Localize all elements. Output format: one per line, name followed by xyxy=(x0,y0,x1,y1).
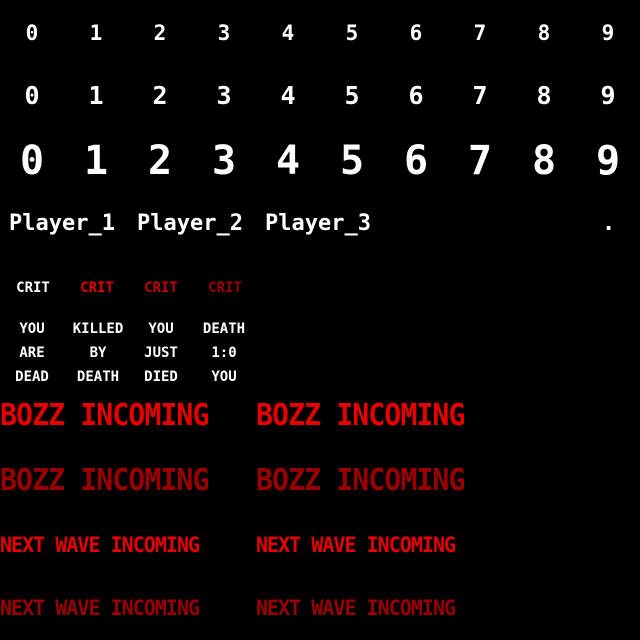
boss-incoming-text: BOZZ INCOMING xyxy=(256,463,465,498)
digit-5: 5 xyxy=(344,81,360,110)
death-message-killed-by-death: KILLED BY DEATH xyxy=(66,317,130,389)
digit-1: 1 xyxy=(89,21,103,45)
death-message-line: YOU xyxy=(19,321,45,337)
death-message-line: DEAD xyxy=(15,369,49,385)
next-wave-text: NEXT WAVE INCOMING xyxy=(0,533,200,557)
player-name-2: Player_2 xyxy=(137,211,243,236)
boss-incoming-text: BOZZ INCOMING xyxy=(0,463,209,498)
digit-2: 2 xyxy=(153,21,167,45)
crit-label-white: CRIT xyxy=(16,280,50,296)
death-message-line: ARE xyxy=(19,345,45,361)
digit-8: 8 xyxy=(537,21,551,45)
digit-4: 4 xyxy=(281,21,295,45)
sprite-sheet: 0 1 2 3 4 5 6 7 8 9 0 1 2 3 4 5 6 7 8 9 … xyxy=(0,0,640,640)
boss-incoming-banner-dark: BOZZ INCOMING BOZZ INCOMING xyxy=(0,462,640,500)
digit-0: 0 xyxy=(25,21,39,45)
digit-4: 4 xyxy=(275,138,301,184)
digit-7: 7 xyxy=(472,81,488,110)
next-wave-text: NEXT WAVE INCOMING xyxy=(256,533,456,557)
digit-9: 9 xyxy=(595,138,621,184)
crit-label-dark-red: CRIT xyxy=(208,280,242,296)
player-name-1: Player_1 xyxy=(9,211,115,236)
digit-2: 2 xyxy=(147,138,173,184)
digit-1: 1 xyxy=(88,81,104,110)
next-wave-banner-bright: NEXT WAVE INCOMING NEXT WAVE INCOMING xyxy=(0,531,640,559)
digit-0: 0 xyxy=(24,81,40,110)
player-name-row: Player_1 Player_2 Player_3 . xyxy=(0,210,640,238)
digit-8: 8 xyxy=(536,81,552,110)
death-message-line: DEATH xyxy=(76,369,120,385)
death-message-line: YOU xyxy=(211,369,237,385)
digit-6: 6 xyxy=(403,138,429,184)
dot-glyph: . xyxy=(602,211,616,236)
death-message-you-just-died: YOU JUST DIED xyxy=(129,317,193,389)
crit-label-mid-red: CRIT xyxy=(144,280,178,296)
boss-incoming-banner-bright: BOZZ INCOMING BOZZ INCOMING xyxy=(0,397,640,435)
digit-row-medium: 0 1 2 3 4 5 6 7 8 9 xyxy=(0,80,640,112)
digit-4: 4 xyxy=(280,81,296,110)
digit-row-large: 0 1 2 3 4 5 6 7 8 9 xyxy=(0,138,640,184)
next-wave-text: NEXT WAVE INCOMING xyxy=(256,596,456,620)
digit-3: 3 xyxy=(216,81,232,110)
digit-3: 3 xyxy=(217,21,231,45)
digit-row-small: 0 1 2 3 4 5 6 7 8 9 xyxy=(0,19,640,47)
digit-0: 0 xyxy=(19,138,45,184)
digit-7: 7 xyxy=(467,138,493,184)
death-message-you-are-dead: YOU ARE DEAD xyxy=(0,317,64,389)
death-message-line: BY xyxy=(89,345,107,361)
digit-5: 5 xyxy=(339,138,365,184)
next-wave-text: NEXT WAVE INCOMING xyxy=(0,596,200,620)
death-message-line: 1:0 xyxy=(211,345,237,361)
digit-9: 9 xyxy=(600,81,616,110)
digit-8: 8 xyxy=(531,138,557,184)
digit-6: 6 xyxy=(409,21,423,45)
death-message-line: DIED xyxy=(144,369,178,385)
death-message-line: JUST xyxy=(144,345,178,361)
death-message-line: DEATH xyxy=(202,321,246,337)
digit-3: 3 xyxy=(211,138,237,184)
death-message-death-score: DEATH 1:0 YOU xyxy=(192,317,256,389)
digit-7: 7 xyxy=(473,21,487,45)
player-name-3: Player_3 xyxy=(265,211,371,236)
digit-2: 2 xyxy=(152,81,168,110)
death-message-line: KILLED xyxy=(72,321,124,337)
death-message-line: YOU xyxy=(148,321,174,337)
digit-9: 9 xyxy=(601,21,615,45)
digit-1: 1 xyxy=(83,138,109,184)
digit-6: 6 xyxy=(408,81,424,110)
crit-label-red: CRIT xyxy=(80,280,114,296)
boss-incoming-text: BOZZ INCOMING xyxy=(256,398,465,433)
boss-incoming-text: BOZZ INCOMING xyxy=(0,398,209,433)
next-wave-banner-dark: NEXT WAVE INCOMING NEXT WAVE INCOMING xyxy=(0,594,640,622)
digit-5: 5 xyxy=(345,21,359,45)
